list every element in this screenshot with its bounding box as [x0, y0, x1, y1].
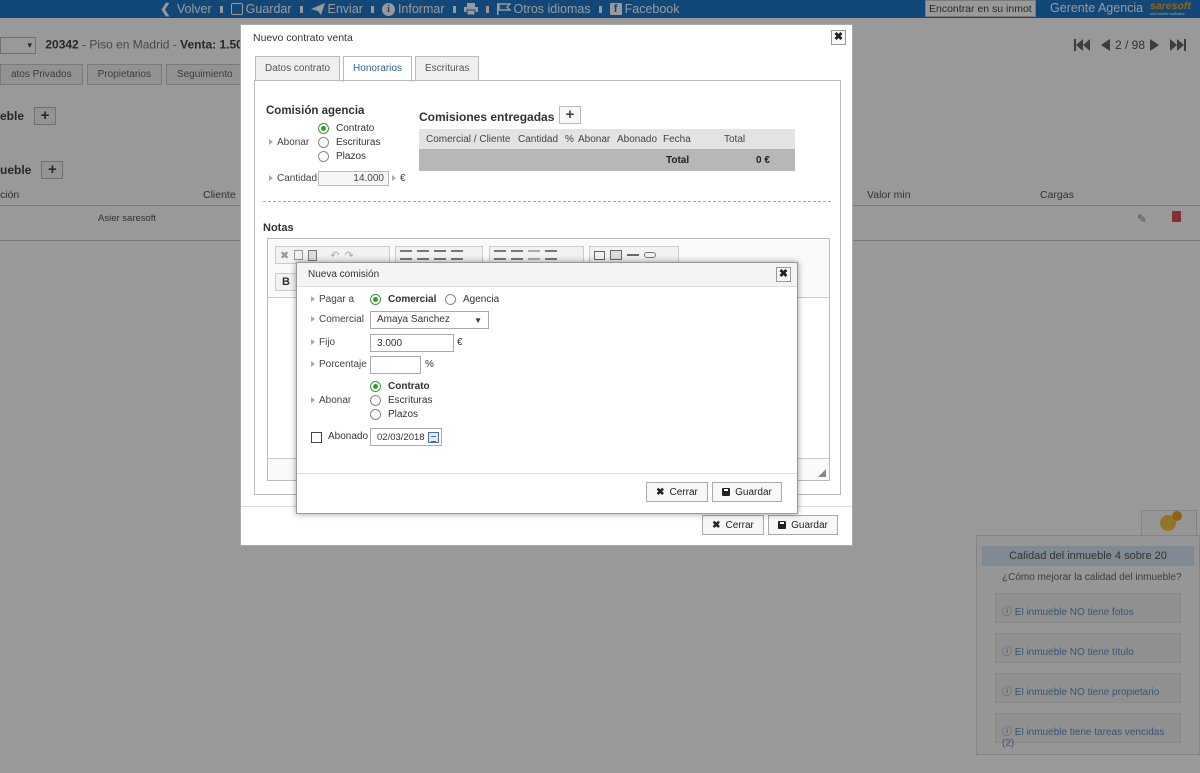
dialog-header: Nueva comisión ✖	[297, 263, 797, 287]
radio-checked-icon	[370, 294, 381, 305]
radio-checked-icon	[370, 381, 381, 392]
column-header: Total	[724, 134, 746, 145]
dialog-title: Nuevo contrato venta	[253, 32, 353, 44]
close-icon: ✖	[712, 519, 721, 531]
column-header: Cantidad	[518, 134, 559, 145]
link-icon[interactable]	[644, 252, 656, 258]
radio-unchecked-icon	[318, 151, 329, 162]
divider	[297, 473, 797, 474]
salesperson-select[interactable]: Amaya Sanchez ▼	[370, 311, 489, 329]
paid-checkbox[interactable]	[311, 432, 322, 443]
indent-icon[interactable]	[545, 250, 557, 260]
column-header: %	[565, 134, 574, 145]
floppy-disk-icon	[722, 488, 731, 496]
agency-commission-title: Comisión agencia	[266, 105, 365, 117]
undo-icon[interactable]: ↶	[330, 249, 339, 262]
currency-label: €	[457, 337, 463, 348]
align-justify-icon[interactable]	[451, 250, 463, 260]
fixed-amount-field[interactable]	[370, 334, 454, 352]
close-icon[interactable]: ✖	[776, 267, 791, 282]
column-header: Abonado	[617, 134, 658, 145]
tab-contract-data[interactable]: Datos contrato	[255, 56, 341, 81]
resize-handle-icon[interactable]	[818, 469, 826, 477]
column-header: Abonar	[578, 134, 611, 145]
commission-dialog: Nueva comisión ✖ Pagar a Comercial Agenc…	[296, 262, 798, 514]
paste-icon[interactable]	[308, 249, 318, 261]
divider	[263, 201, 831, 202]
column-header: Comercial / Cliente	[426, 134, 511, 145]
align-right-icon[interactable]	[434, 250, 446, 260]
radio-contract[interactable]: Contrato	[370, 381, 430, 392]
add-commission-button[interactable]: +	[559, 106, 581, 124]
outdent-icon[interactable]	[528, 250, 540, 260]
horizontal-rule-icon[interactable]	[627, 254, 639, 256]
percent-unit: %	[425, 359, 434, 370]
currency-label: €	[392, 173, 406, 184]
amount-field[interactable]	[318, 171, 389, 186]
fixed-label: Fijo	[311, 337, 335, 348]
numbered-list-icon[interactable]	[494, 250, 506, 260]
dialog-title: Nueva comisión	[308, 269, 380, 280]
align-left-icon[interactable]	[400, 250, 412, 260]
cancel-button[interactable]: ✖ Cerrar	[702, 515, 764, 535]
table-total-row: Total 0 €	[419, 149, 795, 171]
radio-deeds[interactable]: Escrituras	[370, 395, 432, 406]
paid-label: Abonado	[328, 431, 369, 442]
percentage-label: Porcentaje	[311, 359, 367, 370]
bold-icon[interactable]: B	[275, 273, 297, 291]
amount-label: Cantidad	[269, 173, 317, 184]
radio-unchecked-icon	[445, 294, 456, 305]
floppy-disk-icon	[778, 521, 787, 529]
pay-label: Abonar	[269, 137, 309, 148]
table-header: Comercial / Cliente Cantidad % Abonar Ab…	[419, 129, 795, 149]
calendar-icon[interactable]	[428, 432, 439, 443]
radio-deeds[interactable]: Escrituras	[318, 137, 380, 148]
radio-salesperson[interactable]: Comercial	[370, 294, 436, 305]
dropdown-arrow-icon: ▼	[474, 316, 482, 325]
commissions-table: Comercial / Cliente Cantidad % Abonar Ab…	[419, 129, 795, 171]
table-icon[interactable]	[610, 250, 622, 260]
close-icon: ✖	[656, 486, 665, 498]
save-button[interactable]: Guardar	[768, 515, 838, 535]
column-header: Fecha	[663, 134, 691, 145]
radio-installments[interactable]: Plazos	[370, 409, 418, 420]
copy-icon[interactable]	[294, 250, 304, 260]
radio-agency[interactable]: Agencia	[445, 294, 499, 305]
pay-to-label: Pagar a	[311, 294, 354, 305]
cut-icon[interactable]: ✖	[280, 249, 289, 262]
radio-contract[interactable]: Contrato	[318, 123, 374, 134]
align-center-icon[interactable]	[417, 250, 429, 260]
dialog-header: Nuevo contrato venta ✖	[241, 25, 852, 52]
notes-label: Notas	[263, 222, 294, 234]
image-icon[interactable]	[594, 250, 605, 260]
pay-label: Abonar	[311, 395, 351, 406]
radio-unchecked-icon	[370, 395, 381, 406]
cancel-button[interactable]: ✖ Cerrar	[646, 482, 708, 502]
radio-unchecked-icon	[318, 137, 329, 148]
radio-unchecked-icon	[370, 409, 381, 420]
radio-checked-icon	[318, 123, 329, 134]
save-button[interactable]: Guardar	[712, 482, 782, 502]
redo-icon[interactable]: ↷	[344, 249, 353, 262]
percentage-field[interactable]	[370, 356, 421, 374]
tab-fees[interactable]: Honorarios	[343, 56, 412, 82]
radio-installments[interactable]: Plazos	[318, 151, 366, 162]
tab-deeds[interactable]: Escrituras	[414, 56, 480, 81]
contract-tabs: Datos contrato Honorarios Escrituras	[255, 56, 480, 82]
close-icon[interactable]: ✖	[831, 30, 846, 45]
salesperson-label: Comercial	[311, 314, 364, 325]
delivered-commissions-title: Comisiones entregadas	[419, 110, 555, 124]
bulleted-list-icon[interactable]	[511, 250, 523, 260]
